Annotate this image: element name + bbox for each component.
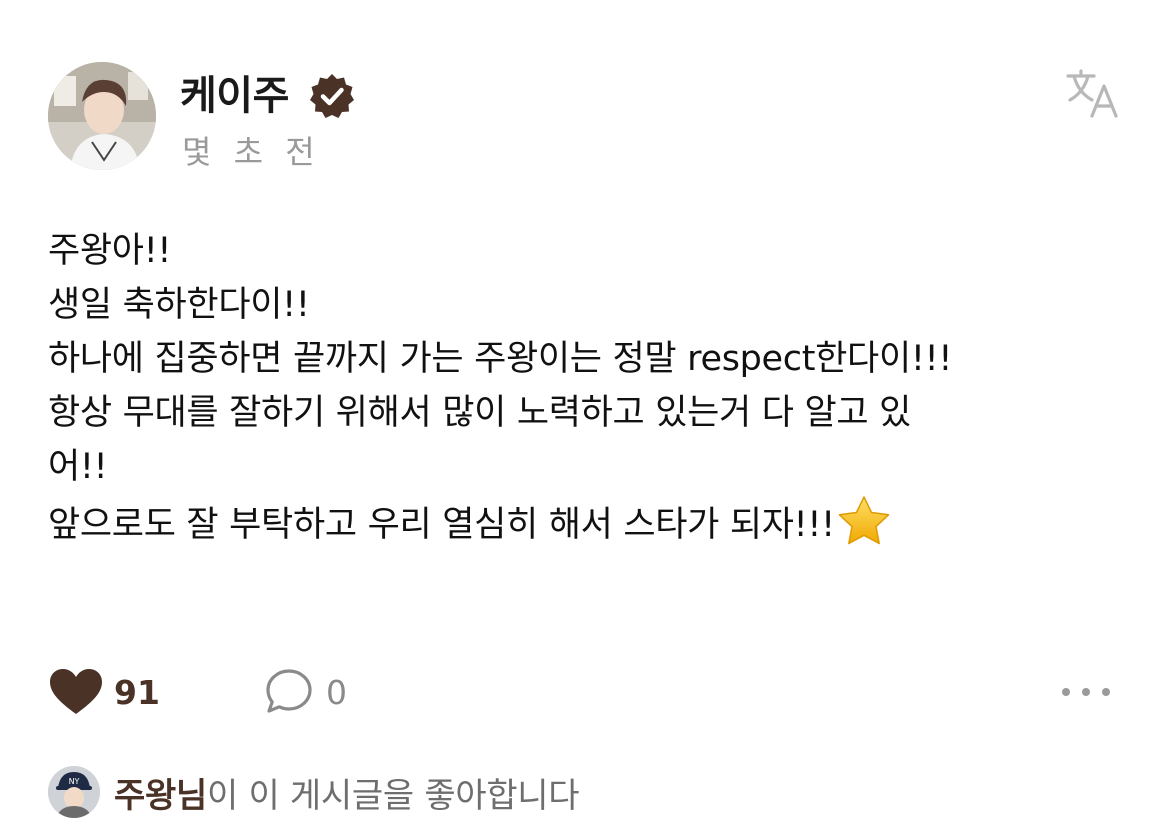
post-body-line: 하나에 집중하면 끝까지 가는 주왕이는 정말 respect한다이!!! (48, 339, 953, 379)
author-avatar[interactable] (48, 62, 156, 170)
reply-count: 0 (326, 672, 347, 712)
verified-badge-icon (308, 72, 356, 120)
post-body-line: 앞으로도 잘 부탁하고 우리 열심히 해서 스타가 되자!!! (48, 505, 835, 545)
liked-by-row: NY 주왕님이 이 게시글을 좋아합니다 (48, 764, 580, 820)
author-avatar-image (48, 62, 156, 170)
post-body-line: 항상 무대를 잘하기 위해서 많이 노력하고 있는거 다 알고 있 (48, 393, 912, 433)
post-body-line: 생일 축하한다이!! (48, 285, 310, 325)
liker-name[interactable]: 주왕님 (114, 776, 207, 816)
liker-avatar-image: NY (48, 766, 100, 818)
more-options-icon[interactable] (1058, 674, 1114, 710)
speech-bubble-icon (266, 669, 312, 713)
star-emoji-icon (835, 494, 893, 548)
liked-by-text: 주왕님이 이 게시글을 좋아합니다 (114, 768, 580, 817)
like-button[interactable]: 91 (48, 664, 160, 720)
liker-avatar[interactable]: NY (48, 766, 100, 818)
reply-button[interactable]: 0 (264, 664, 347, 720)
post-body-last-line: 앞으로도 잘 부탁하고 우리 열심히 해서 스타가 되자!!! (48, 494, 1128, 552)
post-body-line: 어!! (48, 447, 108, 487)
like-count: 91 (114, 672, 160, 712)
post-card: 케이주 몇 초 전 주왕아!! 생일 축하한다이!! 하나에 집중하면 끝까지 … (0, 0, 1170, 837)
post-timestamp: 몇 초 전 (182, 133, 321, 171)
heart-filled-icon (50, 669, 102, 714)
liked-by-suffix: 이 이 게시글을 좋아합니다 (206, 775, 580, 816)
post-body-line: 주왕아!! (48, 231, 172, 271)
post-actions: 91 0 (48, 660, 1128, 720)
svg-text:NY: NY (69, 777, 80, 786)
author-name[interactable]: 케이주 (180, 70, 289, 122)
post-body: 주왕아!! 생일 축하한다이!! 하나에 집중하면 끝까지 가는 주왕이는 정말… (48, 224, 1128, 552)
translate-icon[interactable] (1064, 68, 1120, 120)
